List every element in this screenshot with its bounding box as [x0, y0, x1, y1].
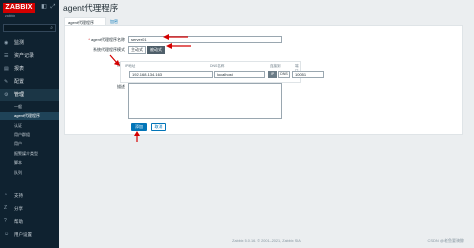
nav-label: 监测: [14, 40, 25, 46]
nav-label: 管理: [14, 92, 25, 98]
proxy-mode-label: 系统代理程序模式: [93, 47, 125, 52]
annotation-arrow-name: [163, 34, 188, 40]
sidebar: ZABBIX ◧ ⤢ zabbix ⌕ ◉ 监测 ☰ 资产记录 ▤ 报表 ✎ 配…: [0, 0, 59, 248]
annotation-arrow-mode: [166, 43, 191, 49]
submenu-user-groups[interactable]: 用户群组: [0, 131, 59, 139]
share-icon: Z: [4, 205, 8, 211]
submenu-authentication[interactable]: 认证: [0, 122, 59, 130]
app-window: ZABBIX ◧ ⤢ zabbix ⌕ ◉ 监测 ☰ 资产记录 ▤ 报表 ✎ 配…: [0, 0, 474, 248]
submenu-proxies[interactable]: agent代理程序: [0, 112, 59, 120]
proxy-name-input[interactable]: server01: [128, 36, 282, 43]
nav-administration[interactable]: ⚙ 管理: [0, 89, 59, 101]
description-label: 描述: [117, 84, 125, 89]
proxy-form: * agent代理程序名称 server01 系统代理程序模式 主动式 被动式 …: [64, 25, 463, 135]
connect-ip-button[interactable]: IP: [268, 71, 277, 78]
mode-active-option[interactable]: 主动式: [128, 46, 146, 54]
dns-name-input[interactable]: localhost: [214, 71, 265, 78]
report-icon: ▤: [4, 66, 9, 72]
nav-monitoring[interactable]: ◉ 监测: [0, 37, 59, 49]
submenu-queue[interactable]: 队列: [0, 169, 59, 177]
connect-dns-button[interactable]: DNS: [278, 71, 290, 78]
list-icon: ☰: [4, 53, 9, 59]
cancel-button[interactable]: 取消: [151, 123, 166, 131]
nav-support[interactable]: ◔ 支持: [0, 190, 59, 201]
host-name: zabbix: [5, 14, 16, 18]
zabbix-logo[interactable]: ZABBIX: [3, 3, 35, 13]
nav-label: 配置: [14, 79, 25, 85]
nav-share[interactable]: Z 分享: [0, 203, 59, 214]
nav-label: 资产记录: [14, 53, 35, 59]
submenu-users[interactable]: 用户: [0, 140, 59, 148]
nav-label: 支持: [14, 193, 23, 198]
watermark: CSDN @老鱼要骑鲸: [427, 238, 464, 243]
search-input[interactable]: ⌕: [3, 24, 56, 32]
nav-label: 帮助: [14, 219, 23, 224]
annotation-arrow-add: [134, 131, 140, 142]
add-button[interactable]: 添加: [131, 123, 147, 131]
nav-label: 分享: [14, 206, 23, 211]
submenu-general[interactable]: 一般: [0, 103, 59, 111]
nav-label: 报表: [14, 66, 25, 72]
help-icon: ?: [4, 218, 7, 224]
nav-inventory[interactable]: ☰ 资产记录: [0, 50, 59, 62]
annotation-arrow-ip: [109, 54, 120, 66]
eye-icon: ◉: [4, 40, 9, 46]
interface-box: IP地址 DNS名称 连接到 端口 192.168.134.163 localh…: [120, 61, 324, 83]
submenu-media-types[interactable]: 报警媒介类型: [0, 150, 59, 158]
description-textarea[interactable]: [128, 83, 282, 119]
col-connect-header: 连接到: [270, 64, 281, 68]
ip-address-input[interactable]: 192.168.134.163: [129, 71, 213, 78]
col-ip-header: IP地址: [125, 64, 136, 68]
search-icon[interactable]: ⌕: [50, 25, 53, 32]
nav-help[interactable]: ? 帮助: [0, 216, 59, 227]
col-dns-header: DNS名称: [210, 64, 225, 68]
wrench-icon: ✎: [4, 79, 9, 85]
proxy-name-label: * agent代理程序名称: [88, 37, 125, 42]
mode-passive-option[interactable]: 被动式: [147, 46, 165, 54]
kiosk-mode-icon[interactable]: ⤢: [49, 3, 57, 11]
collapse-sidebar-icon[interactable]: ◧: [40, 3, 48, 11]
footer-text: Zabbix 5.0.16. © 2001–2021, Zabbix SIA: [232, 239, 301, 243]
submenu-scripts[interactable]: 脚本: [0, 159, 59, 167]
gear-icon: ⚙: [4, 92, 9, 98]
page-title: agent代理程序: [63, 3, 119, 13]
nav-configuration[interactable]: ✎ 配置: [0, 76, 59, 88]
port-input[interactable]: 10051: [292, 71, 324, 78]
support-icon: ◔: [4, 192, 8, 198]
nav-reports[interactable]: ▤ 报表: [0, 63, 59, 75]
